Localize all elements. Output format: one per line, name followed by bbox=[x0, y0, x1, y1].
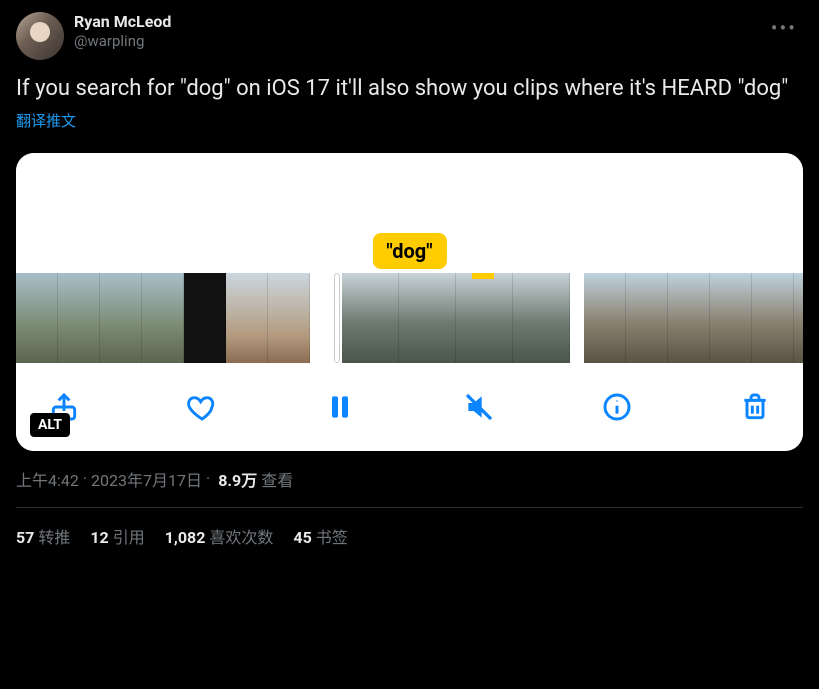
pause-icon[interactable] bbox=[320, 387, 360, 427]
clip-thumb bbox=[626, 273, 668, 363]
author-block[interactable]: Ryan McLeod @warpling bbox=[74, 12, 171, 51]
info-icon[interactable] bbox=[597, 387, 637, 427]
clip-thumb bbox=[226, 273, 268, 363]
alt-badge[interactable]: ALT bbox=[30, 413, 70, 437]
media-preview-top: "dog" bbox=[16, 153, 803, 273]
clip-thumb bbox=[16, 273, 58, 363]
tweet-date: 2023年7月17日 bbox=[91, 467, 202, 491]
likes-stat[interactable]: 1,082喜欢次数 bbox=[165, 524, 274, 548]
caption-tag: "dog" bbox=[372, 233, 446, 269]
more-options-button[interactable]: ••• bbox=[765, 12, 803, 44]
playhead[interactable] bbox=[334, 273, 340, 363]
clip-thumb bbox=[399, 273, 456, 363]
video-scrubber[interactable] bbox=[16, 273, 803, 371]
retweets-stat[interactable]: 57转推 bbox=[16, 524, 70, 548]
tweet-text: If you search for "dog" on iOS 17 it'll … bbox=[16, 74, 796, 104]
caption-marker bbox=[472, 273, 494, 279]
clip-cluster[interactable] bbox=[324, 273, 570, 363]
author-name: Ryan McLeod bbox=[74, 12, 171, 32]
clip-thumb bbox=[513, 273, 570, 363]
views-label: 查看 bbox=[261, 467, 293, 491]
tweet-container: Ryan McLeod @warpling ••• If you search … bbox=[0, 0, 819, 560]
clip-thumb bbox=[142, 273, 184, 363]
divider bbox=[16, 507, 803, 508]
trash-icon[interactable] bbox=[735, 387, 775, 427]
clip-cluster[interactable] bbox=[584, 273, 803, 363]
quotes-stat[interactable]: 12引用 bbox=[90, 524, 144, 548]
avatar[interactable] bbox=[16, 12, 64, 60]
tweet-meta[interactable]: 上午4:42 · 2023年7月17日 · 8.9万 查看 bbox=[16, 467, 803, 491]
translate-link[interactable]: 翻译推文 bbox=[16, 110, 76, 131]
tweet-time: 上午4:42 bbox=[16, 467, 79, 491]
dot: · bbox=[206, 469, 210, 488]
media-toolbar bbox=[16, 371, 803, 451]
media-card[interactable]: "dog" bbox=[16, 153, 803, 451]
clip-thumb bbox=[100, 273, 142, 363]
clip-thumb bbox=[794, 273, 803, 363]
dot: · bbox=[83, 469, 87, 488]
mute-icon[interactable] bbox=[459, 387, 499, 427]
author-handle: @warpling bbox=[74, 32, 171, 51]
clip-thumb bbox=[342, 273, 399, 363]
tweet-header: Ryan McLeod @warpling ••• bbox=[16, 12, 803, 60]
clip-thumb bbox=[710, 273, 752, 363]
clip-cluster[interactable] bbox=[16, 273, 310, 363]
tweet-stats: 57转推 12引用 1,082喜欢次数 45书签 bbox=[16, 524, 803, 548]
bookmarks-stat[interactable]: 45书签 bbox=[293, 524, 347, 548]
clip-thumb bbox=[668, 273, 710, 363]
clip-thumb bbox=[752, 273, 794, 363]
views-count: 8.9万 bbox=[218, 467, 257, 491]
clip-thumb bbox=[456, 273, 513, 363]
clip-thumb bbox=[184, 273, 226, 363]
heart-icon[interactable] bbox=[182, 387, 222, 427]
clip-thumb bbox=[268, 273, 310, 363]
clip-thumb bbox=[584, 273, 626, 363]
clip-thumb bbox=[58, 273, 100, 363]
